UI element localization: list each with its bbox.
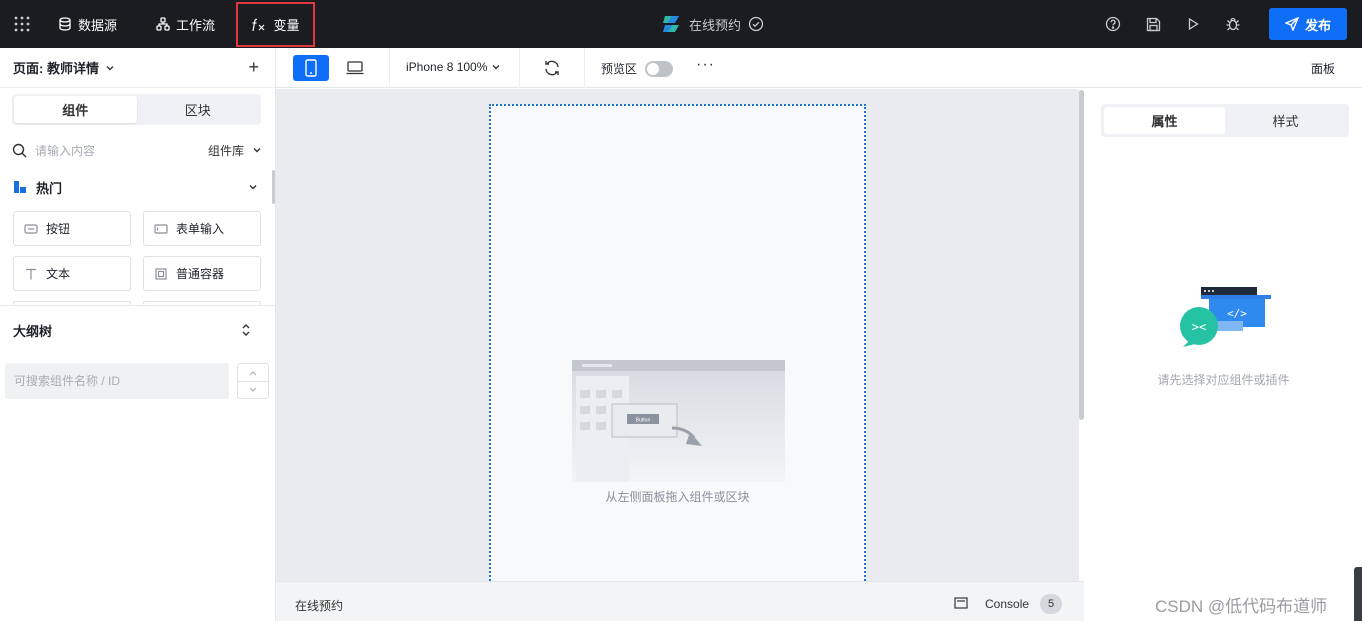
design-canvas: Button 从左侧面板拖入组件或区块 xyxy=(276,89,1079,584)
search-placeholder: 请输入内容 xyxy=(35,143,96,158)
function-icon xyxy=(252,18,265,31)
text-component-icon xyxy=(24,267,38,281)
console-count-badge: 5 xyxy=(1040,594,1062,614)
library-label: 组件库 xyxy=(207,143,244,158)
outline-title: 大纲树 xyxy=(13,324,53,339)
component-list-scrollbar[interactable] xyxy=(272,170,275,204)
add-page-icon[interactable]: + xyxy=(248,58,259,76)
console-icon[interactable] xyxy=(954,597,968,609)
container-component-icon xyxy=(154,267,168,281)
page-selector[interactable]: 页面: 教师详情 + xyxy=(0,48,275,88)
play-icon[interactable] xyxy=(1183,14,1203,34)
outline-tree-panel: 大纲树 xyxy=(0,305,275,621)
debug-bug-icon[interactable] xyxy=(1223,14,1243,34)
toolbar-divider xyxy=(584,48,585,88)
status-app-name: 在线预约 xyxy=(295,599,344,613)
drop-hint: 从左侧面板拖入组件或区块 xyxy=(605,490,750,504)
datasource-label: 数据源 xyxy=(78,17,118,33)
left-panel: 页面: 教师详情 + 组件 区块 请输入内容 组件库 热门 按钮 表单输入 文本… xyxy=(0,48,276,621)
canvas-scroll-thumb[interactable] xyxy=(1079,90,1084,420)
desktop-view-button[interactable] xyxy=(337,55,373,81)
component-form-input[interactable]: 表单输入 xyxy=(143,211,261,246)
refresh-icon[interactable] xyxy=(543,59,561,77)
preview-toggle[interactable] xyxy=(645,60,674,77)
workflow-icon xyxy=(156,17,170,31)
tab-components[interactable]: 组件 xyxy=(14,96,137,123)
mobile-view-button[interactable] xyxy=(293,55,329,81)
expand-collapse-icon[interactable] xyxy=(241,323,251,337)
preview-toggle-group: 预览区 xyxy=(601,60,674,77)
tab-styles[interactable]: 样式 xyxy=(1225,107,1346,134)
tab-properties[interactable]: 属性 xyxy=(1104,107,1225,134)
component-text[interactable]: 文本 xyxy=(13,256,131,291)
toolbar-divider xyxy=(389,48,390,88)
code-illustration-icon: </> >< xyxy=(1180,287,1271,347)
app-title-text: 在线预约 xyxy=(689,17,742,33)
chevron-down-icon xyxy=(492,65,500,70)
stepper-down-icon[interactable] xyxy=(238,381,268,398)
top-bar: 数据源 工作流 变量 在线预约 发布 xyxy=(0,0,1362,48)
check-circle-icon xyxy=(748,16,764,32)
app-title: 在线预约 xyxy=(662,0,764,48)
console-button[interactable]: Console xyxy=(985,597,1029,611)
input-component-icon xyxy=(154,222,168,236)
toolbar-divider xyxy=(519,48,520,88)
component-button[interactable]: 按钮 xyxy=(13,211,131,246)
page-label: 页面: 教师详情 xyxy=(13,61,99,76)
more-options-icon[interactable]: ··· xyxy=(696,56,715,74)
publish-label: 发布 xyxy=(1304,17,1331,33)
outline-search-input[interactable] xyxy=(5,363,229,399)
help-icon[interactable] xyxy=(1103,14,1123,34)
canvas-toolbar: iPhone 8 100% 预览区 ··· 面板 xyxy=(276,48,1362,88)
database-icon xyxy=(59,17,71,31)
empty-hint: 请先选择对应组件或插件 xyxy=(1157,373,1290,387)
category-icon xyxy=(14,181,26,193)
outline-stepper[interactable] xyxy=(237,363,269,399)
app-logo-icon xyxy=(663,16,679,32)
category-label: 热门 xyxy=(36,180,63,196)
device-dropdown[interactable]: iPhone 8 100% xyxy=(406,60,501,74)
category-hot[interactable]: 热门 xyxy=(14,178,264,196)
component-tabs: 组件 区块 xyxy=(12,94,261,125)
watermark: CSDN @低代码布道师 xyxy=(1155,597,1328,616)
apps-grid-icon[interactable] xyxy=(12,0,32,48)
save-icon[interactable] xyxy=(1143,14,1163,34)
stepper-up-icon[interactable] xyxy=(238,364,268,381)
variable-menu[interactable]: 变量 xyxy=(236,2,315,47)
chevron-down-icon xyxy=(253,148,261,153)
component-search[interactable]: 请输入内容 组件库 xyxy=(12,139,262,161)
laptop-icon xyxy=(346,61,364,75)
component-label: 按钮 xyxy=(46,222,71,236)
tab-blocks[interactable]: 区块 xyxy=(137,96,260,123)
component-label: 表单输入 xyxy=(176,222,225,236)
publish-button[interactable]: 发布 xyxy=(1269,8,1347,40)
status-bar: 在线预约 Console 5 xyxy=(276,581,1084,621)
device-label: iPhone 8 100% xyxy=(406,60,488,74)
chevron-down-icon xyxy=(106,65,114,70)
component-container[interactable]: 普通容器 xyxy=(143,256,261,291)
send-icon xyxy=(1284,17,1299,31)
right-panel: 属性 样式 </> >< 请先选择对应组件或插件 xyxy=(1085,89,1362,621)
button-component-icon xyxy=(24,222,38,236)
settings-tabs: 属性 样式 xyxy=(1101,104,1349,137)
svg-text:><: >< xyxy=(1192,320,1206,334)
variable-label: 变量 xyxy=(273,18,300,33)
workflow-label: 工作流 xyxy=(176,17,216,33)
phone-icon xyxy=(305,59,317,77)
preview-label: 预览区 xyxy=(601,62,638,76)
panel-button[interactable]: 面板 xyxy=(1311,60,1335,77)
datasource-menu[interactable]: 数据源 xyxy=(58,0,117,48)
library-dropdown[interactable]: 组件库 xyxy=(208,142,262,159)
chevron-down-icon xyxy=(249,185,257,190)
component-label: 文本 xyxy=(46,267,71,281)
window-edge xyxy=(1354,567,1362,621)
drag-illustration: Button xyxy=(572,360,785,482)
component-label: 普通容器 xyxy=(176,267,225,281)
svg-text:</>: </> xyxy=(1227,307,1247,320)
phone-frame-dropzone[interactable]: Button 从左侧面板拖入组件或区块 xyxy=(489,104,866,584)
workflow-menu[interactable]: 工作流 xyxy=(156,0,215,48)
illus-button-text: Button xyxy=(636,418,651,424)
search-icon xyxy=(12,143,27,157)
